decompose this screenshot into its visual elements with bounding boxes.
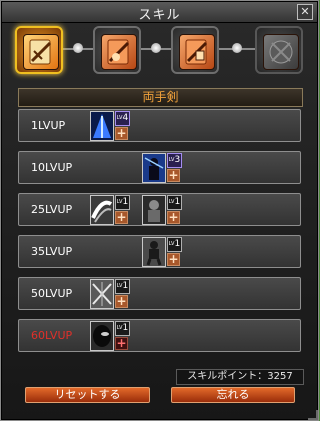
tab-skill-2[interactable] [93, 26, 141, 74]
skill-row: 1LVUP LV4 + [18, 109, 301, 142]
skill-level-up-button-disabled[interactable]: + [115, 337, 128, 350]
skill-slot[interactable]: LV1 + [90, 194, 136, 226]
locked-emblem-icon [269, 40, 293, 64]
skill-level-badge: LV1 [115, 195, 130, 210]
skill-slot[interactable]: LV1 + [142, 236, 188, 268]
skill-row: 60LVUP LV1 + [18, 319, 301, 352]
tab-connector-dot [73, 43, 83, 53]
skill-slot[interactable]: LV4 + [90, 110, 136, 142]
level-label: 10LVUP [31, 161, 73, 174]
skill-level-up-button[interactable]: + [167, 253, 180, 266]
skill-row: 10LVUP LV3 + [18, 151, 301, 184]
window-title: スキル [138, 8, 181, 23]
tab-skill-4[interactable] [255, 26, 303, 74]
skill-level-badge: LV1 [167, 237, 182, 252]
reset-button[interactable]: リセットする [25, 387, 150, 403]
skill-tabs [0, 26, 319, 80]
level-label-locked: 60LVUP [31, 329, 73, 342]
skill-level-up-button[interactable]: + [167, 169, 180, 182]
blue-knight-icon[interactable] [142, 153, 166, 183]
tab-skill-3[interactable] [171, 26, 219, 74]
skill-level-badge: LV1 [167, 195, 182, 210]
skill-level-up-button[interactable]: + [115, 295, 128, 308]
shield-scroll-icon [185, 39, 208, 65]
forget-button[interactable]: 忘れる [171, 387, 295, 403]
skill-row: 25LVUP LV1 + LV1 + [18, 193, 301, 226]
skill-level-badge: LV1 [115, 279, 130, 294]
skill-level-up-button[interactable]: + [167, 211, 180, 224]
skill-level-up-button[interactable]: + [115, 211, 128, 224]
skill-points-display: スキルポイント：3257 [176, 369, 304, 385]
skill-slot[interactable]: LV1 + [90, 320, 136, 352]
lightning-cross-icon[interactable] [90, 279, 114, 309]
level-label: 35LVUP [31, 245, 73, 258]
white-slash-icon[interactable] [90, 195, 114, 225]
skill-level-badge: LV1 [115, 321, 130, 336]
skill-slot[interactable]: LV3 + [142, 152, 188, 184]
gray-warrior-icon[interactable] [142, 237, 166, 267]
skill-row: 35LVUP LV1 + [18, 235, 301, 268]
skill-slot[interactable]: LV1 + [142, 194, 188, 226]
orange-scroll-icon [107, 39, 130, 65]
level-label: 1LVUP [31, 119, 66, 132]
resize-grip[interactable] [308, 410, 318, 420]
level-label: 25LVUP [31, 203, 73, 216]
tab-connector-dot [232, 43, 242, 53]
skill-row: 50LVUP LV1 + [18, 277, 301, 310]
close-button[interactable]: ✕ [297, 4, 313, 20]
weapon-type-header: 両手剣 [18, 88, 303, 107]
sword-scroll-icon [29, 39, 52, 65]
title-bar[interactable]: スキル ✕ [2, 2, 317, 23]
skill-level-up-button[interactable]: + [115, 127, 128, 140]
skill-level-badge: LV3 [167, 153, 182, 168]
level-label: 50LVUP [31, 287, 73, 300]
tab-connector-dot [151, 43, 161, 53]
tab-two-handed-sword[interactable] [15, 26, 63, 74]
skill-slot[interactable]: LV1 + [90, 278, 136, 310]
dark-mask-icon[interactable] [90, 321, 114, 351]
dark-figure-icon[interactable] [142, 195, 166, 225]
skill-level-badge: LV4 [115, 111, 130, 126]
blue-sword-slash-icon[interactable] [90, 111, 114, 141]
